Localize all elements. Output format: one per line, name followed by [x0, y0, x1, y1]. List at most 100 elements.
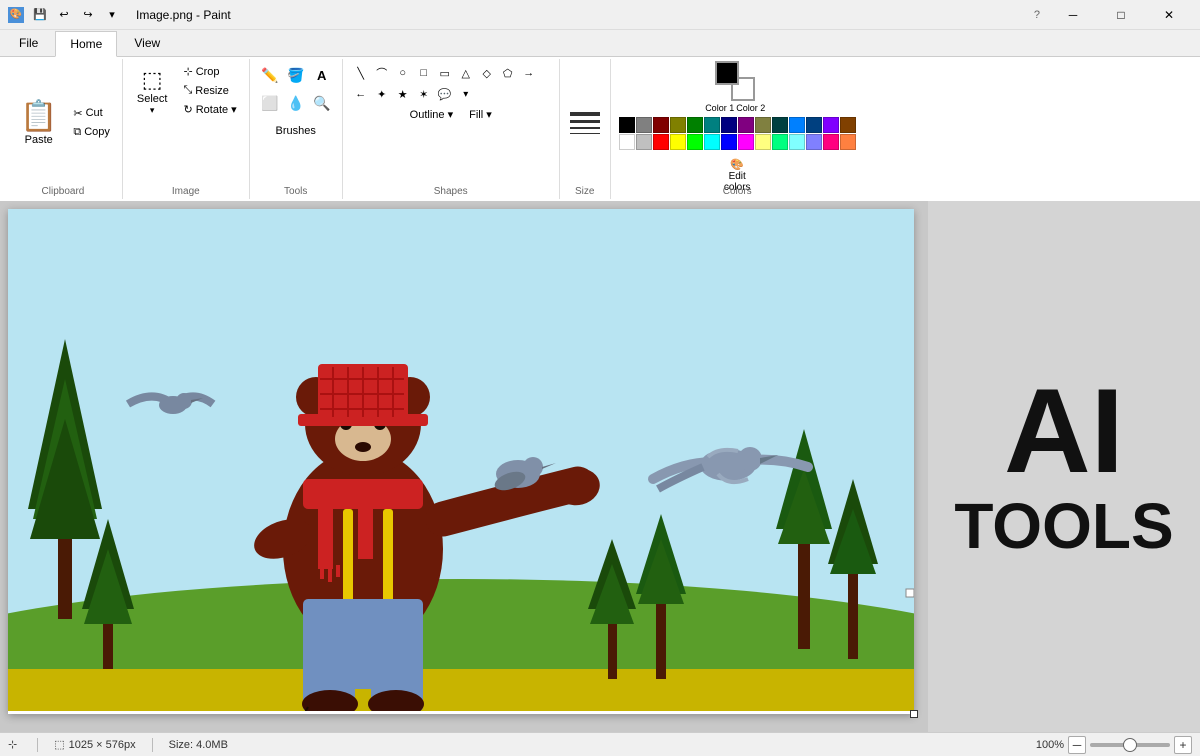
quickaccess-dropdown[interactable]: ▾	[102, 5, 122, 25]
color-swatch[interactable]	[687, 117, 703, 133]
ai-tools-text: AI TOOLS	[954, 371, 1173, 561]
color-swatch[interactable]	[840, 117, 856, 133]
color1-label: Color 1	[705, 103, 734, 113]
color-swatch[interactable]	[636, 117, 652, 133]
brushes-button[interactable]: Brushes	[272, 119, 320, 143]
color-swatch[interactable]	[619, 117, 635, 133]
canvas-resize-handle[interactable]	[910, 710, 918, 718]
shapes-group: ╲ ⌒ ○ □ ▭ △ ◇ ⬠ → ← ✦ ★ ✶ 💬 ▾ Outline ▾ …	[343, 59, 560, 199]
color-swatch[interactable]	[806, 117, 822, 133]
color-swatch[interactable]	[823, 134, 839, 150]
color-swatch[interactable]	[653, 117, 669, 133]
color-swatch[interactable]	[704, 134, 720, 150]
color-swatch[interactable]	[789, 134, 805, 150]
canvas-scroll-area[interactable]	[0, 201, 928, 732]
zoom-thumb[interactable]	[1123, 738, 1137, 752]
color-swatch[interactable]	[721, 134, 737, 150]
color2-label: Color 2	[736, 103, 765, 113]
select-button[interactable]: ⬚ Select ▾	[131, 63, 174, 120]
color-swatch[interactable]	[755, 134, 771, 150]
redo-button[interactable]: ↪	[78, 5, 98, 25]
tab-view[interactable]: View	[119, 30, 175, 56]
image-dimensions: 1025 × 576px	[69, 739, 136, 751]
color-swatch[interactable]	[687, 134, 703, 150]
zoom-slider[interactable]	[1090, 743, 1170, 747]
title-text: Image.png - Paint	[136, 8, 231, 22]
shape-curve[interactable]: ⌒	[372, 63, 392, 83]
color-swatch[interactable]	[772, 134, 788, 150]
color1-swatch[interactable]	[715, 61, 739, 85]
shape-oval[interactable]: ○	[393, 63, 413, 83]
color-swatch[interactable]	[755, 117, 771, 133]
fill-tool-button[interactable]: 🪣	[284, 63, 308, 87]
color-swatch[interactable]	[738, 134, 754, 150]
shape-round-rect[interactable]: ▭	[435, 63, 455, 83]
shape-diamond[interactable]: ◇	[477, 63, 497, 83]
canvas-image[interactable]	[8, 209, 914, 711]
color-swatch[interactable]	[823, 117, 839, 133]
size-group: Size	[560, 59, 611, 199]
window-controls: ? ─ □ ✕	[1034, 0, 1192, 30]
shape-arrow-right[interactable]: →	[519, 63, 539, 83]
colors-label: Colors	[723, 184, 752, 197]
shape-line[interactable]: ╲	[351, 63, 371, 83]
zoom-out-button[interactable]: ─	[1068, 736, 1086, 754]
eraser-button[interactable]: ⬜	[258, 91, 282, 115]
color-swatch[interactable]	[789, 117, 805, 133]
magnify-button[interactable]: 🔍	[310, 91, 334, 115]
zoom-in-button[interactable]: +	[1174, 736, 1192, 754]
color-picker-button[interactable]: 💧	[284, 91, 308, 115]
color-swatch[interactable]	[806, 134, 822, 150]
copy-label: Copy	[84, 126, 110, 138]
cut-icon: ✂	[73, 107, 82, 120]
tools-label: TOOLS	[954, 491, 1173, 561]
color-swatch[interactable]	[670, 117, 686, 133]
color-swatch[interactable]	[636, 134, 652, 150]
cursor-position: ⊹	[8, 738, 21, 751]
resize-button[interactable]: ⤡ Resize	[179, 82, 240, 99]
tab-home[interactable]: Home	[55, 31, 117, 57]
color-swatch[interactable]	[653, 134, 669, 150]
shape-more[interactable]: ▾	[456, 84, 476, 104]
shape-star4[interactable]: ✦	[372, 84, 392, 104]
zoom-percent: 100%	[1036, 739, 1064, 751]
pencil-button[interactable]: ✏️	[258, 63, 282, 87]
color-swatch[interactable]	[840, 134, 856, 150]
minimize-button[interactable]: ─	[1050, 0, 1096, 30]
app-icon: 🎨	[8, 7, 24, 23]
shape-pentagon[interactable]: ⬠	[498, 63, 518, 83]
paste-button[interactable]: 📋 Paste	[12, 95, 65, 150]
color-swatch[interactable]	[670, 134, 686, 150]
copy-button[interactable]: ⧉ Copy	[69, 124, 114, 141]
fill-button[interactable]: Fill ▾	[465, 106, 496, 123]
shape-callout[interactable]: 💬	[435, 84, 455, 104]
color-swatch[interactable]	[619, 134, 635, 150]
clipboard-side: ✂ Cut ⧉ Copy	[69, 105, 114, 141]
outline-button[interactable]: Outline ▾	[406, 106, 457, 123]
edit-colors-icon: 🎨	[730, 158, 744, 171]
color-swatch[interactable]	[738, 117, 754, 133]
size-button[interactable]	[568, 110, 602, 136]
shape-triangle[interactable]: △	[456, 63, 476, 83]
color-swatch[interactable]	[721, 117, 737, 133]
main-area: AI TOOLS	[0, 201, 1200, 732]
color-swatch[interactable]	[704, 117, 720, 133]
crop-button[interactable]: ⊹ Crop	[179, 63, 240, 80]
text-button[interactable]: A	[310, 63, 334, 87]
close-button[interactable]: ✕	[1146, 0, 1192, 30]
maximize-button[interactable]: □	[1098, 0, 1144, 30]
color-swatch[interactable]	[772, 117, 788, 133]
shape-star5[interactable]: ★	[393, 84, 413, 104]
rotate-icon: ↻	[183, 103, 192, 116]
crop-label: Crop	[196, 66, 220, 78]
undo-button[interactable]: ↩	[54, 5, 74, 25]
file-size: Size: 4.0MB	[169, 739, 228, 751]
cut-button[interactable]: ✂ Cut	[69, 105, 114, 122]
save-quickaccess-button[interactable]: 💾	[30, 5, 50, 25]
image-group: ⬚ Select ▾ ⊹ Crop ⤡ Resize ↻ Rotate ▾ Im	[123, 59, 250, 199]
rotate-button[interactable]: ↻ Rotate ▾	[179, 101, 240, 118]
shape-arrow-left[interactable]: ←	[351, 84, 371, 104]
shape-rect[interactable]: □	[414, 63, 434, 83]
shape-star6[interactable]: ✶	[414, 84, 434, 104]
tab-file[interactable]: File	[4, 30, 53, 56]
